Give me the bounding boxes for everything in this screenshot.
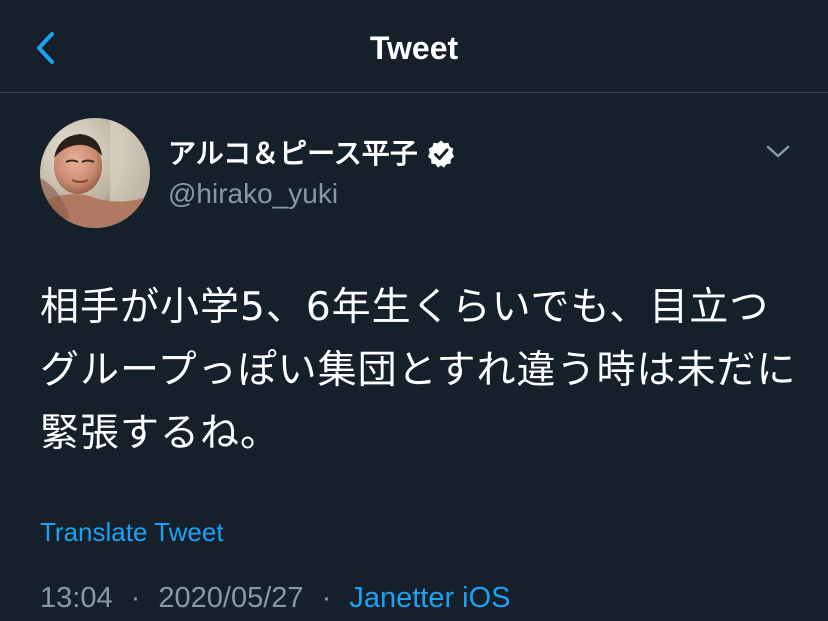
- meta-separator: ·: [130, 582, 141, 614]
- verified-badge-icon: [426, 139, 456, 169]
- tweet-time: 13:04: [40, 582, 113, 614]
- tweet-source-link[interactable]: Janetter iOS: [349, 582, 510, 614]
- author-display-name[interactable]: アルコ＆ピース平子: [168, 135, 418, 173]
- avatar[interactable]: [40, 118, 150, 228]
- author-handle[interactable]: @hirako_yuki: [168, 176, 338, 212]
- chevron-down-icon: [766, 145, 790, 158]
- tweet-detail-screen: Tweet アルコ＆ピース平子 @hirako_yuki 相手が小学5、6年生く…: [0, 0, 828, 621]
- author-name-row[interactable]: アルコ＆ピース平子: [168, 134, 456, 174]
- meta-separator-2: ·: [321, 582, 332, 614]
- page-title: Tweet: [369, 30, 459, 66]
- avatar-image: [40, 118, 150, 228]
- top-navigation-bar: Tweet: [0, 0, 828, 93]
- tweet-text: 相手が小学5、6年生くらいでも、目立つグループっぽい集団とすれ違う時は未だに緊張…: [40, 285, 797, 456]
- tweet-metadata: 13:04 · 2020/05/27 · Janetter iOS: [40, 578, 511, 618]
- tweet-menu-button[interactable]: [763, 140, 793, 164]
- tweet-date: 2020/05/27: [158, 582, 304, 614]
- translate-tweet-link[interactable]: Translate Tweet: [40, 514, 224, 550]
